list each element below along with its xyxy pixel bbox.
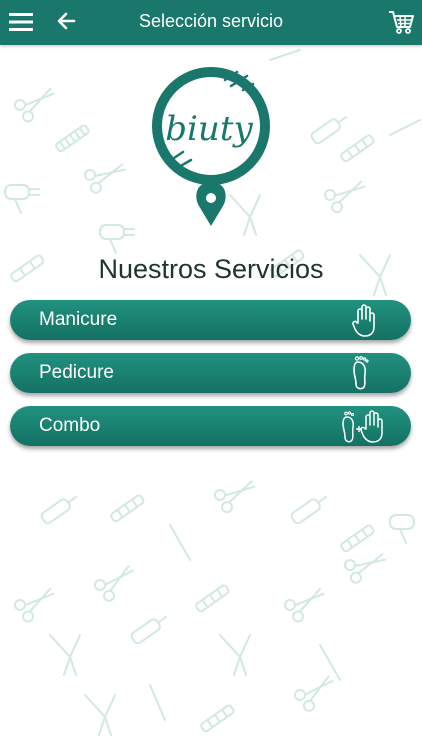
logo-text: biuty — [165, 109, 253, 149]
combo-button[interactable]: Combo — [10, 406, 411, 446]
shopping-cart-icon[interactable] — [388, 9, 414, 35]
pedicure-label: Pedicure — [39, 362, 114, 383]
app-bar: Selección servicio — [0, 0, 422, 45]
page-title: Selección servicio — [138, 11, 284, 31]
manicure-button[interactable]: Manicure — [10, 300, 411, 340]
pedicure-button[interactable]: Pedicure — [10, 353, 411, 393]
biuty-logo: biuty — [152, 67, 270, 226]
services-heading: Nuestros Servicios — [98, 254, 324, 284]
manicure-label: Manicure — [39, 309, 118, 330]
foot-icon — [353, 356, 369, 390]
hand-icon — [352, 304, 375, 337]
combo-label: Combo — [39, 415, 101, 436]
foot-plus-hand-icon — [342, 410, 383, 443]
